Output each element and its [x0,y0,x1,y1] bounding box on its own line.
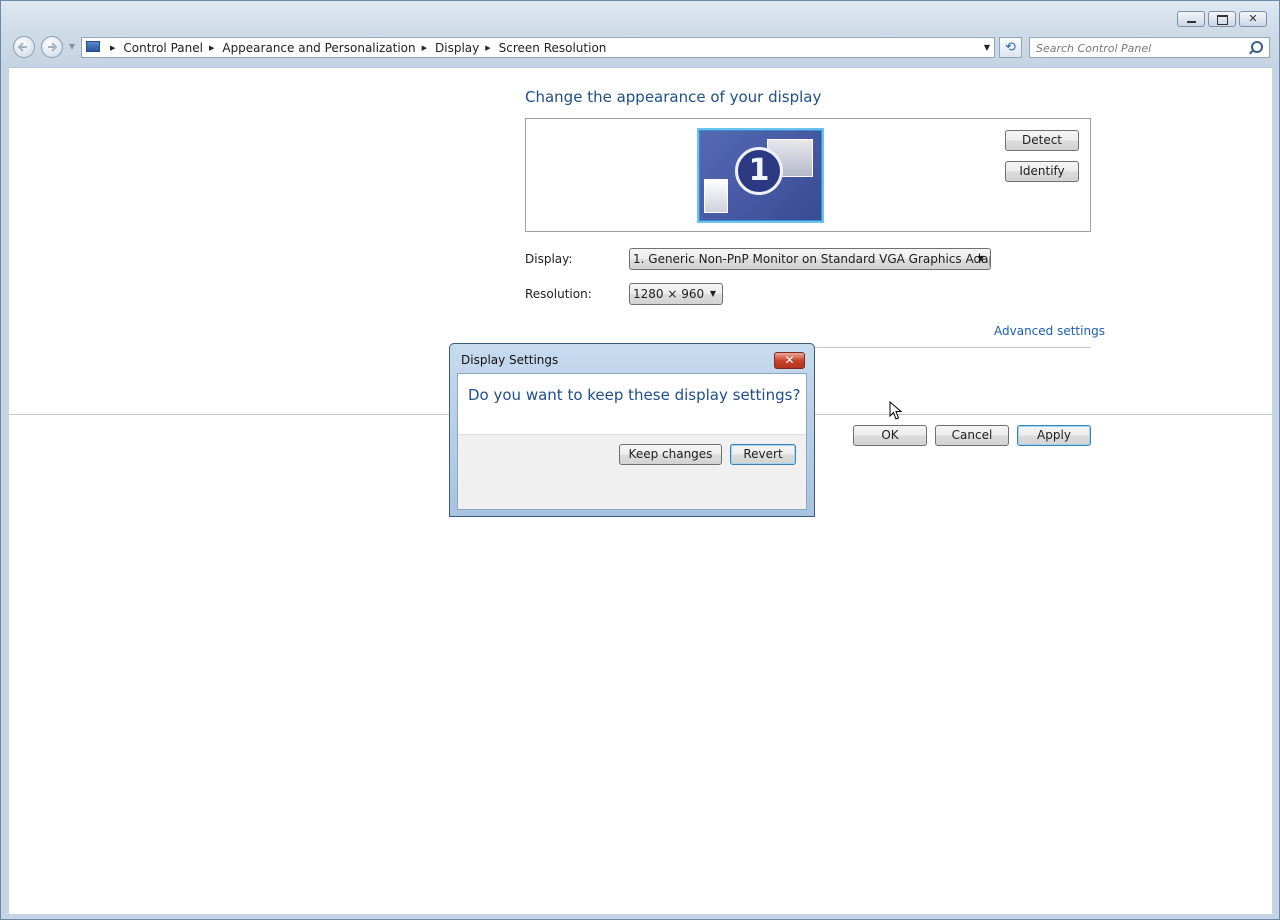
address-bar[interactable]: ▶ Control Panel ▶ Appearance and Persona… [81,37,995,58]
apply-button[interactable]: Apply [1017,425,1091,446]
breadcrumb-appearance[interactable]: Appearance and Personalization [222,41,415,55]
caption-buttons: ✕ [1177,11,1267,27]
dialog-question: Do you want to keep these display settin… [468,386,801,404]
dialog-body: Do you want to keep these display settin… [457,373,807,510]
page-title: Change the appearance of your display [525,88,822,106]
revert-button[interactable]: Revert [730,444,796,465]
maximize-icon [1217,15,1228,25]
breadcrumb-separator-icon[interactable]: ▶ [485,44,490,52]
display-select[interactable]: 1. Generic Non-PnP Monitor on Standard V… [629,248,991,270]
forward-arrow-icon [48,42,58,52]
breadcrumb: ▶ Control Panel ▶ Appearance and Persona… [104,38,606,57]
display-select-value: 1. Generic Non-PnP Monitor on Standard V… [633,252,991,266]
search-box[interactable] [1029,37,1270,58]
recent-pages-chevron-down-icon[interactable]: ▼ [69,42,75,51]
back-button[interactable] [13,36,35,58]
identify-button[interactable]: Identify [1005,161,1079,182]
breadcrumb-screen-resolution[interactable]: Screen Resolution [499,41,607,55]
ok-button[interactable]: OK [853,425,927,446]
monitor-1-icon[interactable]: 1 [697,128,824,223]
control-panel-icon [86,41,100,52]
display-label: Display: [525,252,573,266]
dialog-button-row: Keep changes Revert [458,434,806,477]
breadcrumb-separator-icon[interactable]: ▶ [110,44,115,52]
close-icon: ✕ [1248,12,1258,25]
monitor-number: 1 [735,147,783,195]
display-settings-dialog: Display Settings ✕ Do you want to keep t… [449,343,815,517]
forward-button[interactable] [41,36,63,58]
cancel-button[interactable]: Cancel [935,425,1009,446]
breadcrumb-control-panel[interactable]: Control Panel [123,41,203,55]
breadcrumb-display[interactable]: Display [435,41,479,55]
close-window-button[interactable]: ✕ [1239,11,1267,27]
address-dropdown-chevron-down-icon[interactable]: ▼ [984,43,990,52]
close-icon: ✕ [784,353,795,367]
breadcrumb-separator-icon[interactable]: ▶ [209,44,214,52]
window-thumbnail-icon [704,179,728,213]
dialog-footer [458,476,806,509]
chevron-down-icon: ▼ [709,289,716,298]
breadcrumb-separator-icon[interactable]: ▶ [422,44,427,52]
chevron-down-icon: ▼ [977,254,984,263]
minimize-button[interactable] [1177,11,1205,27]
refresh-icon: ⟲ [1005,40,1016,55]
minimize-icon [1187,21,1196,23]
detect-button[interactable]: Detect [1005,130,1079,151]
maximize-button[interactable] [1208,11,1236,27]
search-input[interactable] [1034,39,1248,58]
navigation-bar: ▼ ▶ Control Panel ▶ Appearance and Perso… [1,34,1280,62]
search-icon[interactable] [1251,41,1263,53]
dialog-close-button[interactable]: ✕ [774,352,805,369]
resolution-select[interactable]: 1280 × 960 ▼ [629,283,723,305]
keep-changes-button[interactable]: Keep changes [619,444,722,465]
back-arrow-icon [17,42,27,52]
resolution-select-value: 1280 × 960 [633,287,705,301]
mouse-cursor-icon [889,401,903,420]
resolution-label: Resolution: [525,287,592,301]
monitor-arrangement-panel: 1 Detect Identify [525,118,1091,232]
dialog-title: Display Settings [461,353,559,367]
advanced-settings-link[interactable]: Advanced settings [994,324,1105,338]
refresh-button[interactable]: ⟲ [999,37,1022,58]
